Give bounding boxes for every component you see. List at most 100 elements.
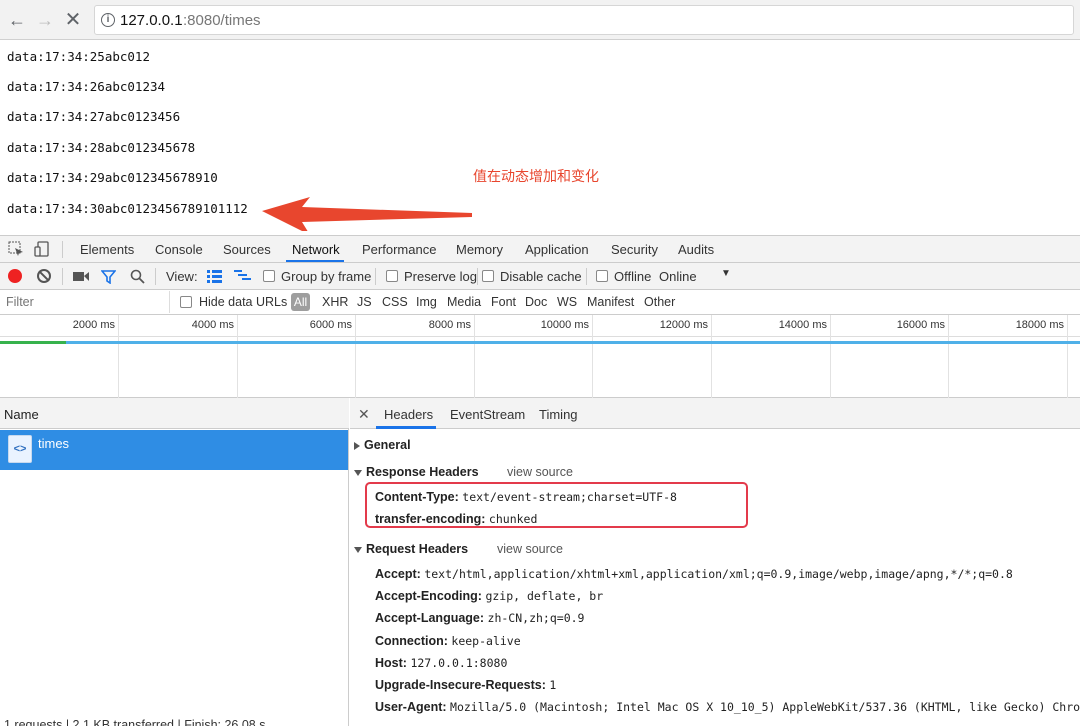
- page-content: data:17:34:25abc012 data:17:34:26abc0123…: [0, 41, 1080, 235]
- filter-type-font[interactable]: Font: [491, 295, 516, 309]
- back-arrow-icon[interactable]: ←: [6, 9, 28, 31]
- info-icon[interactable]: i: [101, 13, 115, 27]
- disable-cache-label: Disable cache: [500, 269, 582, 284]
- tab-headers[interactable]: Headers: [384, 407, 433, 422]
- general-section-header[interactable]: General: [354, 438, 411, 452]
- timeline-tick-label: 2000 ms: [72, 319, 115, 331]
- tab-security[interactable]: Security: [611, 242, 658, 257]
- chevron-down-icon[interactable]: ▼: [721, 268, 731, 279]
- request-row[interactable]: <> times: [0, 430, 348, 470]
- filter-type-xhr[interactable]: XHR: [322, 295, 348, 309]
- view-label: View:: [166, 269, 198, 284]
- waterfall-overview-icon[interactable]: [234, 270, 251, 283]
- inspect-element-icon[interactable]: [8, 241, 24, 257]
- disable-cache-checkbox[interactable]: [482, 270, 494, 282]
- tab-audits[interactable]: Audits: [678, 242, 714, 257]
- forward-arrow-icon[interactable]: →: [34, 9, 56, 31]
- annotation-arrow-icon: [262, 197, 472, 231]
- preserve-log-checkbox[interactable]: [386, 270, 398, 282]
- filter-type-other[interactable]: Other: [644, 295, 675, 309]
- close-icon[interactable]: ✕: [358, 406, 370, 423]
- filter-type-all[interactable]: All: [291, 293, 310, 311]
- tab-timing[interactable]: Timing: [539, 407, 578, 422]
- event-data-line: data:17:34:29abc012345678910: [7, 170, 218, 185]
- url-path: :8080/times: [183, 12, 261, 29]
- divider: [477, 268, 478, 285]
- filter-type-doc[interactable]: Doc: [525, 295, 547, 309]
- screenshot-camera-icon[interactable]: [73, 270, 89, 282]
- tab-performance[interactable]: Performance: [362, 242, 436, 257]
- large-rows-icon[interactable]: [207, 270, 222, 283]
- filter-type-media[interactable]: Media: [447, 295, 481, 309]
- hide-data-urls-checkbox[interactable]: [180, 296, 192, 308]
- header-key: Upgrade-Insecure-Requests:: [375, 678, 546, 692]
- header-value: text/html,application/xhtml+xml,applicat…: [424, 567, 1013, 581]
- event-data-line: data:17:34:28abc012345678: [7, 140, 196, 155]
- name-column-header[interactable]: Name: [0, 398, 349, 429]
- timeline-tick-label: 14000 ms: [778, 319, 827, 331]
- request-headers-section-header[interactable]: Request Headers: [354, 542, 468, 556]
- header-value: chunked: [488, 512, 538, 526]
- devtools-panel: Elements Console Sources Network Perform…: [0, 235, 1080, 726]
- divider: [155, 268, 156, 285]
- filter-type-img[interactable]: Img: [416, 295, 437, 309]
- tab-application[interactable]: Application: [525, 242, 589, 257]
- request-list: Name <> times: [0, 398, 349, 726]
- filter-type-manifest[interactable]: Manifest: [587, 295, 634, 309]
- tab-console[interactable]: Console: [155, 242, 203, 257]
- address-bar[interactable]: i 127.0.0.1 :8080/times: [94, 5, 1074, 35]
- header-value: gzip, deflate, br: [485, 589, 604, 603]
- collapse-triangle-icon: [354, 469, 362, 476]
- throttling-select[interactable]: Online: [659, 269, 697, 284]
- response-headers-section-header[interactable]: Response Headers: [354, 465, 479, 479]
- timeline-gridline: [1067, 315, 1068, 398]
- response-view-source-link[interactable]: view source: [507, 465, 573, 479]
- timeline-tick-label: 6000 ms: [309, 319, 352, 331]
- event-data-line: data:17:34:25abc012: [7, 49, 150, 64]
- hide-data-urls-label: Hide data URLs: [199, 295, 288, 309]
- annotation-text: 值在动态增加和变化: [473, 169, 599, 185]
- collapse-triangle-icon: [354, 546, 362, 553]
- timeline-tick-label: 18000 ms: [1015, 319, 1064, 331]
- record-icon[interactable]: [8, 269, 22, 283]
- tab-network[interactable]: Network: [292, 242, 340, 257]
- devtools-tab-bar: Elements Console Sources Network Perform…: [0, 236, 1080, 263]
- browser-toolbar: ← → ✕ i 127.0.0.1 :8080/times: [0, 0, 1080, 40]
- filter-type-ws[interactable]: WS: [557, 295, 577, 309]
- response-header-row: Content-Type: text/event-stream;charset=…: [375, 490, 677, 504]
- timeline-download-bar: [66, 341, 1080, 344]
- preserve-log-label: Preserve log: [404, 269, 477, 284]
- request-view-source-link[interactable]: view source: [497, 542, 563, 556]
- filter-funnel-icon[interactable]: [101, 270, 116, 284]
- filter-type-js[interactable]: JS: [357, 295, 372, 309]
- event-data-line: data:17:34:27abc0123456: [7, 109, 181, 124]
- url-host: 127.0.0.1: [120, 12, 183, 29]
- request-header-row: Host: 127.0.0.1:8080: [375, 656, 507, 670]
- device-toolbar-icon[interactable]: [34, 241, 50, 257]
- tab-memory[interactable]: Memory: [456, 242, 503, 257]
- search-icon[interactable]: [130, 269, 145, 284]
- header-key: transfer-encoding:: [375, 512, 486, 526]
- filter-input[interactable]: [0, 291, 170, 313]
- expand-triangle-icon: [354, 441, 360, 450]
- timeline-gridline: [237, 315, 238, 398]
- timeline-tick-label: 10000 ms: [540, 319, 589, 331]
- clear-icon[interactable]: [37, 269, 51, 283]
- divider: [62, 241, 63, 258]
- offline-label: Offline: [614, 269, 652, 284]
- header-key: Connection:: [375, 634, 448, 648]
- tab-elements[interactable]: Elements: [80, 242, 134, 257]
- stop-loading-icon[interactable]: ✕: [62, 9, 84, 31]
- timeline-gridline: [474, 315, 475, 398]
- header-key: User-Agent:: [375, 700, 447, 714]
- divider: [62, 268, 63, 285]
- timeline-overview[interactable]: 2000 ms 4000 ms 6000 ms 8000 ms 10000 ms…: [0, 315, 1080, 398]
- group-by-frame-checkbox[interactable]: [263, 270, 275, 282]
- request-name: times: [38, 436, 70, 451]
- tab-eventstream[interactable]: EventStream: [450, 407, 525, 422]
- offline-checkbox[interactable]: [596, 270, 608, 282]
- filter-type-css[interactable]: CSS: [382, 295, 408, 309]
- timeline-tick-label: 4000 ms: [191, 319, 234, 331]
- tab-sources[interactable]: Sources: [223, 242, 271, 257]
- document-icon: <>: [8, 435, 32, 463]
